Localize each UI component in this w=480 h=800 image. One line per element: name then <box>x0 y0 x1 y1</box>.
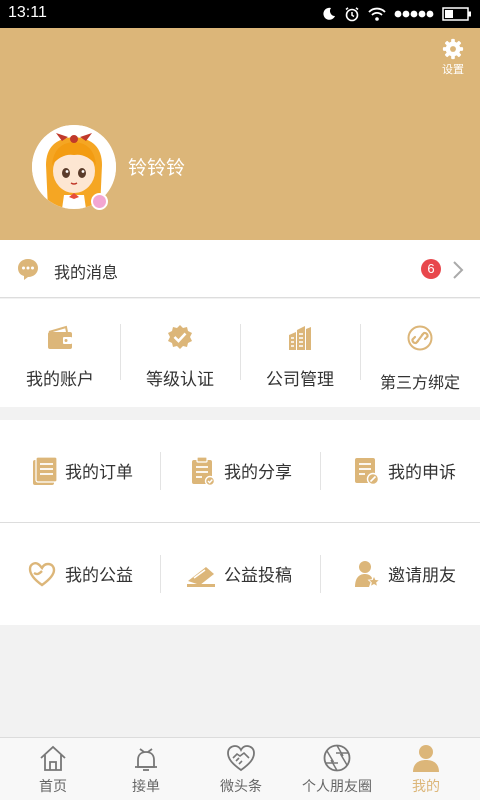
charity-heart-icon <box>28 562 56 587</box>
handshake-heart-icon <box>227 745 255 772</box>
share-icon <box>192 456 216 486</box>
tab-mine[interactable]: 我的 <box>378 738 474 800</box>
my-charity-button[interactable]: 我的公益 <box>0 523 160 625</box>
my-appeals-label: 我的申诉 <box>388 463 456 483</box>
username: 铃铃铃 <box>128 157 186 179</box>
status-time: 13:11 <box>8 4 47 21</box>
battery-icon <box>442 7 471 21</box>
tab-home-label: 首页 <box>39 779 67 795</box>
user-icon <box>413 745 439 772</box>
link-icon <box>407 325 433 351</box>
invite-friends-button[interactable]: 邀请朋友 <box>320 523 480 625</box>
my-orders-label: 我的订单 <box>65 463 133 483</box>
tab-mine-label: 我的 <box>412 779 440 795</box>
chevron-right-icon <box>453 261 464 279</box>
wallet-icon <box>48 325 72 349</box>
buildings-icon <box>289 326 311 350</box>
level-certification-label: 等级认证 <box>146 370 214 390</box>
tab-moments[interactable]: 个人朋友圈 <box>289 738 385 800</box>
third-party-binding-label: 第三方绑定 <box>379 373 460 392</box>
my-shares-button[interactable]: 我的分享 <box>160 420 320 522</box>
tab-moments-label: 个人朋友圈 <box>302 779 372 795</box>
tab-orders-label: 接单 <box>132 779 160 795</box>
menu-row-2: 我的公益 公益投稿 邀请朋友 <box>0 523 480 625</box>
charity-submission-label: 公益投稿 <box>224 566 292 586</box>
moon-icon <box>323 7 335 20</box>
company-management-button[interactable]: 公司管理 <box>240 299 360 407</box>
profile-header: 设置 铃铃铃 <box>0 28 480 240</box>
charity-submission-button[interactable]: 公益投稿 <box>160 523 320 625</box>
menu-row-1: 我的订单 我的分享 我的申诉 <box>0 420 480 523</box>
quick-actions-grid: 我的账户 等级认证 公司管理 第三方绑定 <box>0 299 480 407</box>
bottom-tab-bar: 首页 接单 微头条 个人朋友圈 我的 <box>0 737 480 800</box>
my-orders-button[interactable]: 我的订单 <box>0 420 160 522</box>
verified-badge-icon <box>168 325 192 349</box>
alarm-icon <box>345 7 359 22</box>
tab-micro-headlines-label: 微头条 <box>220 779 262 795</box>
aperture-icon <box>323 744 351 772</box>
invite-user-icon <box>355 561 380 588</box>
tab-micro-headlines[interactable]: 微头条 <box>193 738 289 800</box>
my-messages-label: 我的消息 <box>54 263 119 282</box>
bell-icon <box>135 748 157 771</box>
settings-button[interactable]: 设置 <box>438 38 468 77</box>
my-shares-label: 我的分享 <box>224 463 292 483</box>
avatar-badge <box>91 193 108 210</box>
level-certification-button[interactable]: 等级认证 <box>120 299 240 407</box>
wifi-icon <box>368 7 386 21</box>
my-account-button[interactable]: 我的账户 <box>0 299 120 407</box>
settings-label: 设置 <box>442 64 464 76</box>
company-management-label: 公司管理 <box>266 370 334 390</box>
invite-friends-label: 邀请朋友 <box>388 566 456 586</box>
status-bar: 13:11 <box>0 0 480 28</box>
status-icons <box>322 5 472 23</box>
home-icon <box>40 745 66 771</box>
submit-envelope-icon <box>187 567 215 587</box>
my-appeals-button[interactable]: 我的申诉 <box>320 420 480 522</box>
chat-bubble-icon <box>18 259 38 280</box>
appeal-icon <box>355 458 380 486</box>
my-charity-label: 我的公益 <box>65 566 133 586</box>
tab-home[interactable]: 首页 <box>5 738 101 800</box>
third-party-binding-button[interactable]: 第三方绑定 <box>360 299 480 407</box>
unread-count-badge: 6 <box>421 259 441 279</box>
tab-orders[interactable]: 接单 <box>98 738 194 800</box>
orders-icon <box>33 456 58 485</box>
signal-dots-icon <box>394 10 434 18</box>
my-messages-row[interactable]: 我的消息 6 <box>0 240 480 298</box>
my-account-label: 我的账户 <box>26 370 94 390</box>
gear-icon <box>442 38 464 60</box>
